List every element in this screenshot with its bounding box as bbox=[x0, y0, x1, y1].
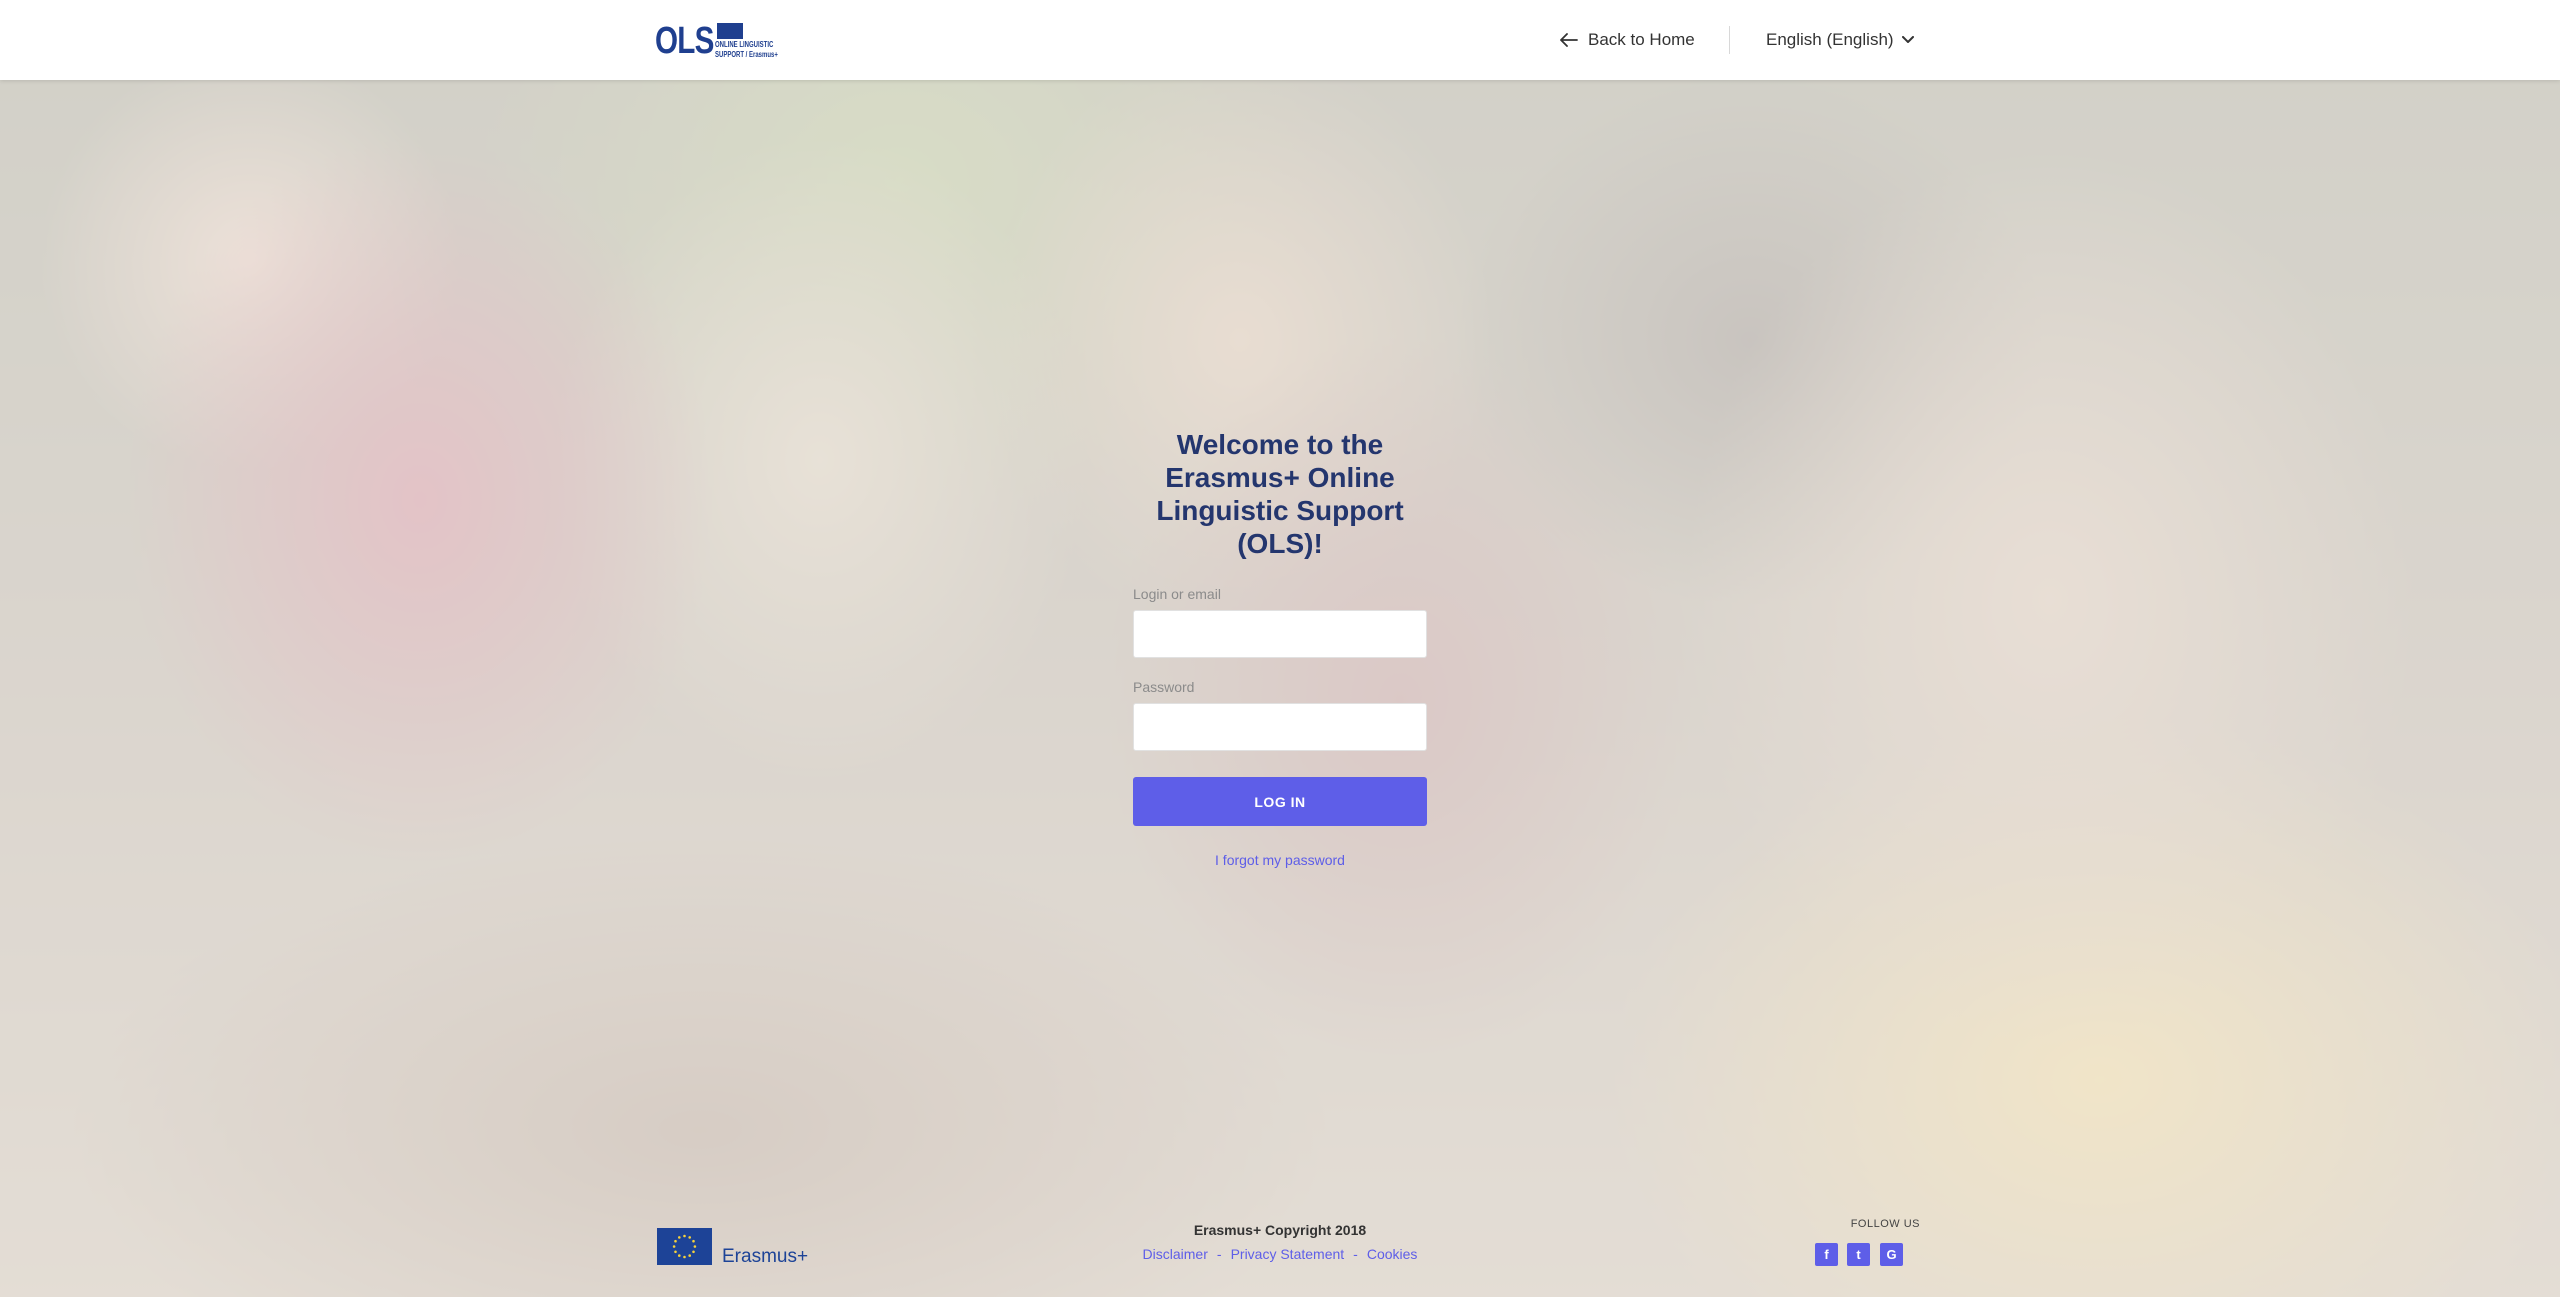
facebook-icon[interactable]: f bbox=[1815, 1243, 1838, 1266]
erasmus-logo: Erasmus+ bbox=[657, 1228, 809, 1268]
language-selector[interactable]: English (English) bbox=[1766, 27, 1914, 53]
ols-logo[interactable]: OLS ONLINE LINGUISTIC SUPPORT / Erasmus+ bbox=[655, 20, 795, 62]
login-label: Login or email bbox=[1133, 586, 1221, 602]
copyright-text: Erasmus+ Copyright 2018 bbox=[1193, 1222, 1367, 1238]
arrow-left-icon bbox=[1560, 33, 1578, 47]
back-to-home-label: Back to Home bbox=[1588, 30, 1695, 49]
eu-flag-icon bbox=[717, 23, 743, 39]
login-button[interactable]: LOG IN bbox=[1133, 777, 1427, 826]
logo-subtitle-line1: ONLINE LINGUISTIC bbox=[715, 40, 774, 49]
login-email-input[interactable] bbox=[1133, 610, 1427, 658]
disclaimer-link[interactable]: Disclaimer bbox=[1143, 1246, 1208, 1262]
google-icon[interactable]: G bbox=[1880, 1243, 1903, 1266]
forgot-password-link[interactable]: I forgot my password bbox=[1133, 852, 1427, 868]
eu-flag-icon bbox=[657, 1228, 712, 1265]
privacy-statement-link[interactable]: Privacy Statement bbox=[1231, 1246, 1345, 1262]
logo-text: OLS bbox=[655, 20, 714, 62]
follow-us-label: FOLLOW US bbox=[1850, 1218, 1920, 1230]
password-input[interactable] bbox=[1133, 703, 1427, 751]
language-label: English (English) bbox=[1766, 30, 1894, 49]
back-to-home-link[interactable]: Back to Home bbox=[1560, 27, 1695, 53]
password-label: Password bbox=[1133, 679, 1195, 695]
header-divider bbox=[1729, 26, 1730, 54]
cookies-link[interactable]: Cookies bbox=[1367, 1246, 1418, 1262]
twitter-icon[interactable]: t bbox=[1847, 1243, 1870, 1266]
login-form: Welcome to the Erasmus+ Online Linguisti… bbox=[1133, 428, 1427, 868]
link-separator: - bbox=[1353, 1246, 1358, 1262]
page-title: Welcome to the Erasmus+ Online Linguisti… bbox=[1156, 429, 1404, 559]
footer-links: Disclaimer - Privacy Statement - Cookies bbox=[1080, 1246, 1480, 1262]
chevron-down-icon bbox=[1901, 36, 1914, 43]
top-header: OLS ONLINE LINGUISTIC SUPPORT / Erasmus+… bbox=[0, 0, 2560, 80]
logo-subtitle-line2: SUPPORT / Erasmus+ bbox=[715, 50, 778, 59]
erasmus-brand: Erasmus+ bbox=[722, 1246, 809, 1267]
link-separator: - bbox=[1216, 1246, 1222, 1262]
